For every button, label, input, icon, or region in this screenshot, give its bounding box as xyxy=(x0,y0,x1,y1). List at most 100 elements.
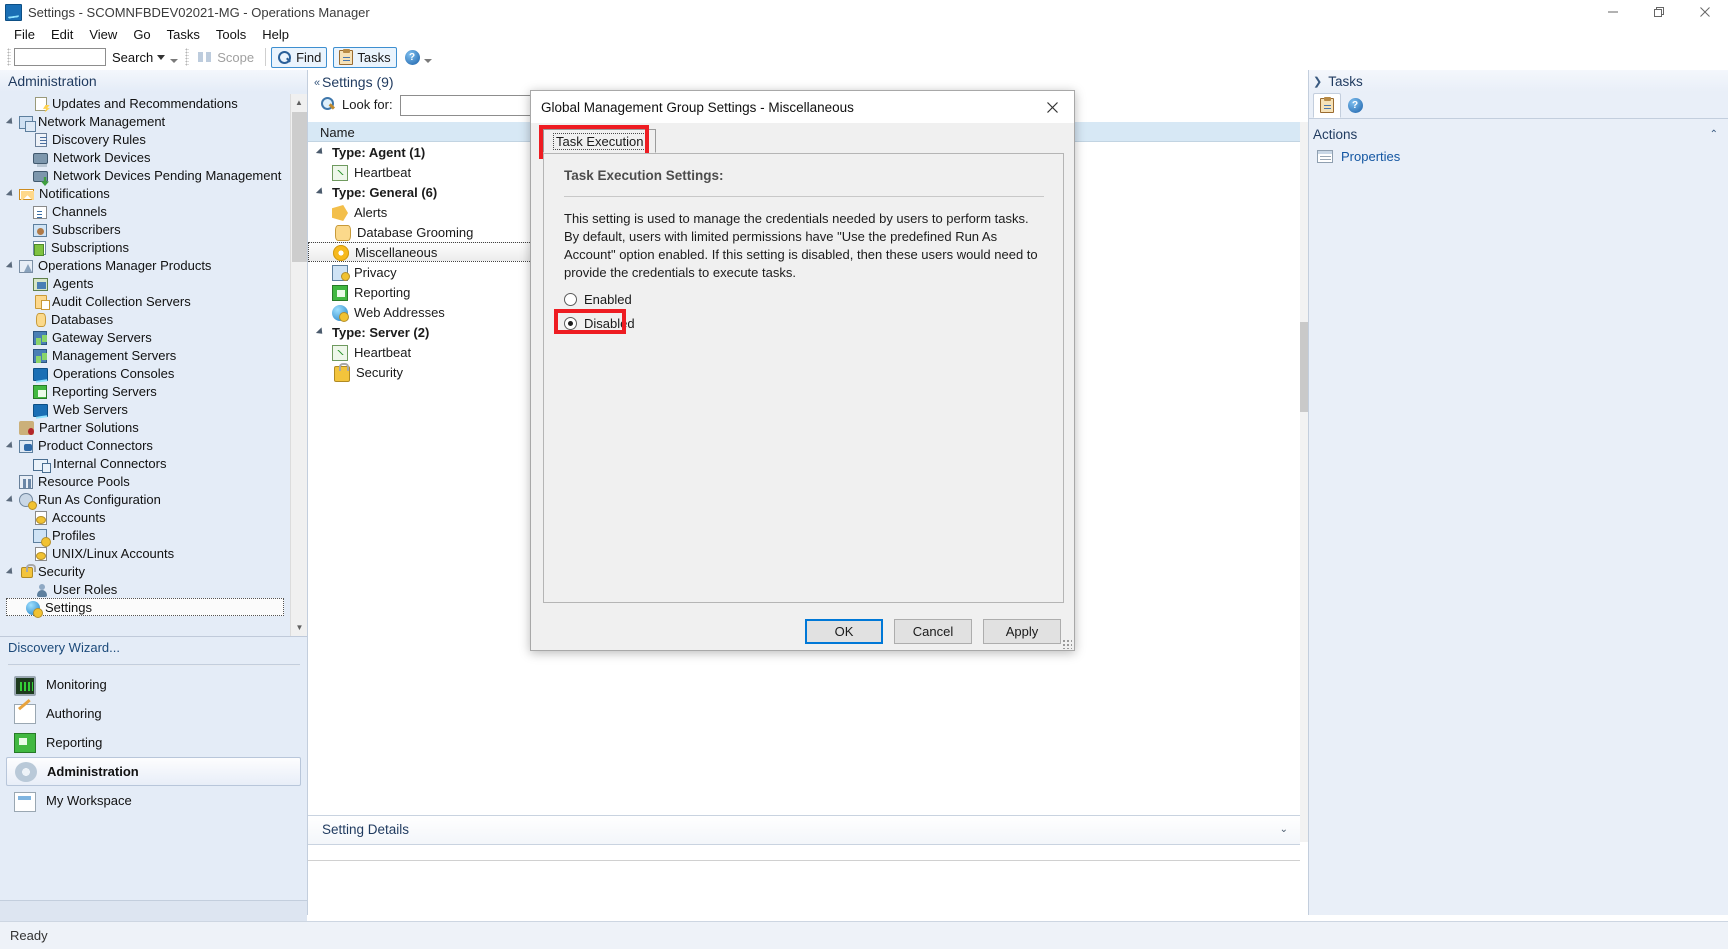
sidebar-item-updates-and-recommendations[interactable]: Updates and Recommendations xyxy=(0,94,290,112)
cancel-button[interactable]: Cancel xyxy=(894,619,972,644)
expander-open-icon[interactable] xyxy=(6,566,17,577)
toolbar-grip[interactable] xyxy=(7,48,11,66)
global-management-group-settings-dialog: Global Management Group Settings - Misce… xyxy=(530,90,1075,651)
tree-scrollbar[interactable]: ▲ ▼ xyxy=(290,94,307,636)
sidebar-item-settings[interactable]: Settings xyxy=(6,598,284,618)
chevron-up-icon[interactable]: ⌃ xyxy=(1710,129,1718,140)
sidebar-item-web-servers[interactable]: Web Servers xyxy=(0,400,290,418)
sidebar-item-gateway-servers[interactable]: Gateway Servers xyxy=(0,328,290,346)
expander-open-icon[interactable] xyxy=(6,494,17,505)
sidebar-item-operations-consoles[interactable]: Operations Consoles xyxy=(0,364,290,382)
expander-open-icon[interactable] xyxy=(316,146,328,158)
apply-button[interactable]: Apply xyxy=(983,619,1061,644)
menu-view[interactable]: View xyxy=(81,25,125,44)
help-button[interactable]: ? xyxy=(404,49,420,65)
tab-tasks[interactable] xyxy=(1313,93,1341,118)
scroll-down-icon[interactable]: ▼ xyxy=(291,619,308,636)
list-scrollbar-thumb[interactable] xyxy=(1300,322,1308,412)
tab-help[interactable]: ? xyxy=(1341,93,1369,118)
scroll-up-icon[interactable]: ▲ xyxy=(291,94,307,111)
sidebar-item-audit-collection-servers[interactable]: Audit Collection Servers xyxy=(0,292,290,310)
chevron-right-icon[interactable]: ❯ xyxy=(1313,75,1322,88)
sidebar-header: Administration xyxy=(0,70,307,92)
sidebar-item-profiles[interactable]: Profiles xyxy=(0,526,290,547)
sidebar-item-user-roles[interactable]: User Roles xyxy=(0,580,290,598)
product-connectors-icon xyxy=(19,439,33,453)
list-item-label: Miscellaneous xyxy=(355,244,438,260)
sidebar-item-management-servers[interactable]: Management Servers xyxy=(0,346,290,364)
close-icon[interactable] xyxy=(1030,92,1074,122)
list-item-label: Privacy xyxy=(354,264,397,280)
find-button[interactable]: Find xyxy=(271,46,328,68)
chevron-down-icon[interactable]: ⌄ xyxy=(1280,824,1288,835)
close-icon[interactable] xyxy=(1682,0,1728,24)
menu-tools[interactable]: Tools xyxy=(208,25,254,44)
nav-button-authoring[interactable]: Authoring xyxy=(0,699,307,728)
search-input[interactable] xyxy=(14,48,106,66)
resource-pools-icon xyxy=(19,474,33,489)
actions-header[interactable]: Actions ⌃ xyxy=(1309,123,1728,145)
expander-open-icon[interactable] xyxy=(6,440,17,451)
toolbar-overflow-2[interactable] xyxy=(424,49,433,65)
menu-file[interactable]: File xyxy=(6,25,43,44)
setting-details-bar[interactable]: Setting Details ⌄ xyxy=(308,815,1300,845)
tasks-button[interactable]: Tasks xyxy=(333,46,397,68)
sidebar-item-resource-pools[interactable]: Resource Pools xyxy=(0,472,290,490)
expander-open-icon[interactable] xyxy=(6,260,17,271)
subscriptions-icon xyxy=(33,240,46,256)
sidebar-item-operations-manager-products[interactable]: Operations Manager Products xyxy=(0,256,290,274)
expander-open-icon[interactable] xyxy=(316,186,328,198)
search-dropdown-button[interactable]: Search xyxy=(112,50,166,65)
nav-button-administration[interactable]: Administration xyxy=(6,757,301,786)
expander-open-icon[interactable] xyxy=(316,326,328,338)
tasks-pane-header[interactable]: ❯ Tasks xyxy=(1309,70,1728,92)
sidebar-item-run-as-configuration[interactable]: Run As Configuration xyxy=(0,490,290,510)
sidebar-item-product-connectors[interactable]: Product Connectors xyxy=(0,436,290,454)
menu-edit[interactable]: Edit xyxy=(43,25,81,44)
menu-help[interactable]: Help xyxy=(254,25,297,44)
monitoring-icon xyxy=(14,675,36,696)
expander-open-icon[interactable] xyxy=(6,116,17,127)
sidebar-item-internal-connectors[interactable]: Internal Connectors xyxy=(0,454,290,473)
panel-description: This setting is used to manage the crede… xyxy=(564,211,1038,280)
resize-grip[interactable] xyxy=(1062,639,1072,649)
toolbar-overflow-1[interactable] xyxy=(169,49,178,65)
sidebar-item-unix-linux-accounts[interactable]: UNIX/Linux Accounts xyxy=(0,544,290,562)
menu-bar: File Edit View Go Tasks Tools Help xyxy=(0,24,1728,44)
discovery-wizard-link[interactable]: Discovery Wizard... xyxy=(8,640,120,655)
nav-button-reporting[interactable]: Reporting xyxy=(0,728,307,757)
heartbeat-icon xyxy=(332,165,348,181)
sidebar-item-notifications[interactable]: Notifications xyxy=(0,184,290,202)
radio-enabled-indicator[interactable] xyxy=(564,293,577,306)
nav-button-monitoring[interactable]: Monitoring xyxy=(0,670,307,699)
sidebar-item-network-management[interactable]: Network Management xyxy=(0,112,290,132)
list-scrollbar[interactable] xyxy=(1300,122,1308,842)
sidebar-item-partner-solutions[interactable]: Partner Solutions xyxy=(0,418,290,436)
sidebar-item-security[interactable]: Security xyxy=(0,562,290,580)
minimize-icon[interactable] xyxy=(1590,0,1636,24)
scope-button[interactable]: Scope xyxy=(192,47,260,68)
sidebar-item-network-devices-pending-management[interactable]: Network Devices Pending Management xyxy=(0,166,290,184)
list-group-label: Type: General (6) xyxy=(332,184,438,200)
sidebar-item-network-devices[interactable]: Network Devices xyxy=(0,148,290,167)
ok-button[interactable]: OK xyxy=(805,619,883,644)
expander-open-icon[interactable] xyxy=(6,188,17,199)
nav-button-label: Reporting xyxy=(46,735,103,750)
nav-button-my-workspace[interactable]: My Workspace xyxy=(0,786,307,815)
sidebar-item-subscribers[interactable]: Subscribers xyxy=(0,220,290,238)
sidebar-item-discovery-rules[interactable]: Discovery Rules xyxy=(0,130,290,148)
restore-icon[interactable] xyxy=(1636,0,1682,24)
window-title: Settings - SCOMNFBDEV02021-MG - Operatio… xyxy=(28,4,370,20)
sidebar-item-databases[interactable]: Databases xyxy=(0,310,290,328)
scrollbar-thumb[interactable] xyxy=(292,112,307,262)
sidebar-item-agents[interactable]: Agents xyxy=(0,274,290,292)
menu-tasks[interactable]: Tasks xyxy=(159,25,208,44)
sidebar-item-subscriptions[interactable]: Subscriptions xyxy=(0,238,290,256)
sidebar-item-accounts[interactable]: Accounts xyxy=(0,508,290,526)
menu-go[interactable]: Go xyxy=(125,25,158,44)
sidebar-item-channels[interactable]: Channels xyxy=(0,202,290,220)
radio-enabled[interactable]: Enabled xyxy=(564,292,632,307)
action-properties[interactable]: Properties xyxy=(1309,145,1728,167)
toolbar-grip-2[interactable] xyxy=(185,48,190,66)
sidebar-item-reporting-servers[interactable]: Reporting Servers xyxy=(0,382,290,400)
